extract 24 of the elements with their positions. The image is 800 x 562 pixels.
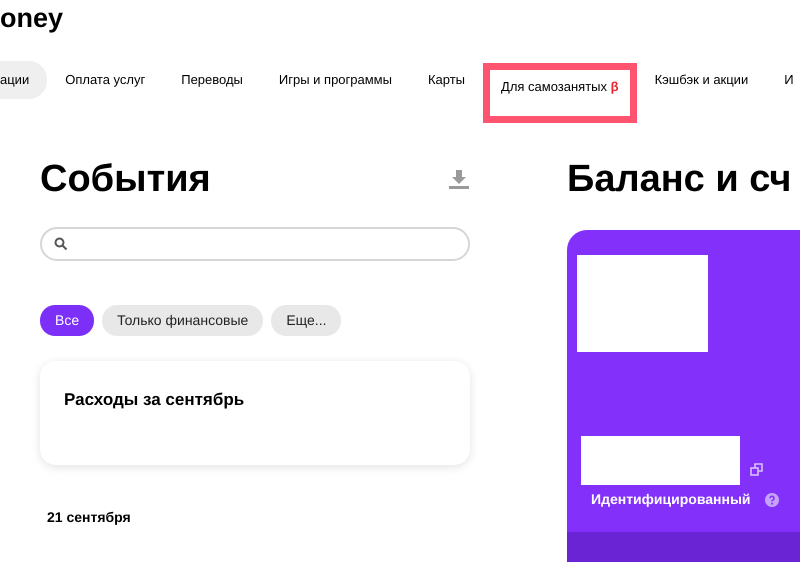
nav-tab[interactable]: Оплата услуг xyxy=(47,61,164,99)
logo[interactable]: oney xyxy=(0,0,64,34)
nav-tab[interactable]: ации xyxy=(0,61,48,99)
nav-tab[interactable]: Игры и программы xyxy=(260,61,410,99)
nav-tab[interactable]: Карты xyxy=(410,61,484,99)
search-icon xyxy=(54,237,68,251)
filter-chip[interactable]: Еще... xyxy=(271,305,342,336)
nav-tab[interactable]: Для самозанятых β xyxy=(483,63,637,123)
date-heading: 21 сентября xyxy=(47,508,131,527)
nav-tab[interactable]: Кэшбэк и акции xyxy=(636,61,766,99)
verification-status: Идентифицированный xyxy=(591,490,751,509)
search-field[interactable] xyxy=(40,227,470,261)
account-card[interactable]: Идентифицированный xyxy=(567,230,800,532)
section-title: Баланс и сч xyxy=(567,157,792,202)
download-icon[interactable] xyxy=(448,168,470,190)
card-title: Расходы за сентябрь xyxy=(64,389,246,411)
nav-tab[interactable]: И xyxy=(766,61,800,99)
filter-chip[interactable]: Все xyxy=(40,305,94,336)
filter-chip[interactable]: Только финансовые xyxy=(102,305,264,336)
copy-icon[interactable] xyxy=(750,463,764,477)
nav-tab[interactable]: Переводы xyxy=(163,61,261,99)
summary-card[interactable]: Расходы за сентябрь xyxy=(40,361,470,465)
help-icon[interactable] xyxy=(764,492,779,506)
section-title: События xyxy=(40,157,211,202)
